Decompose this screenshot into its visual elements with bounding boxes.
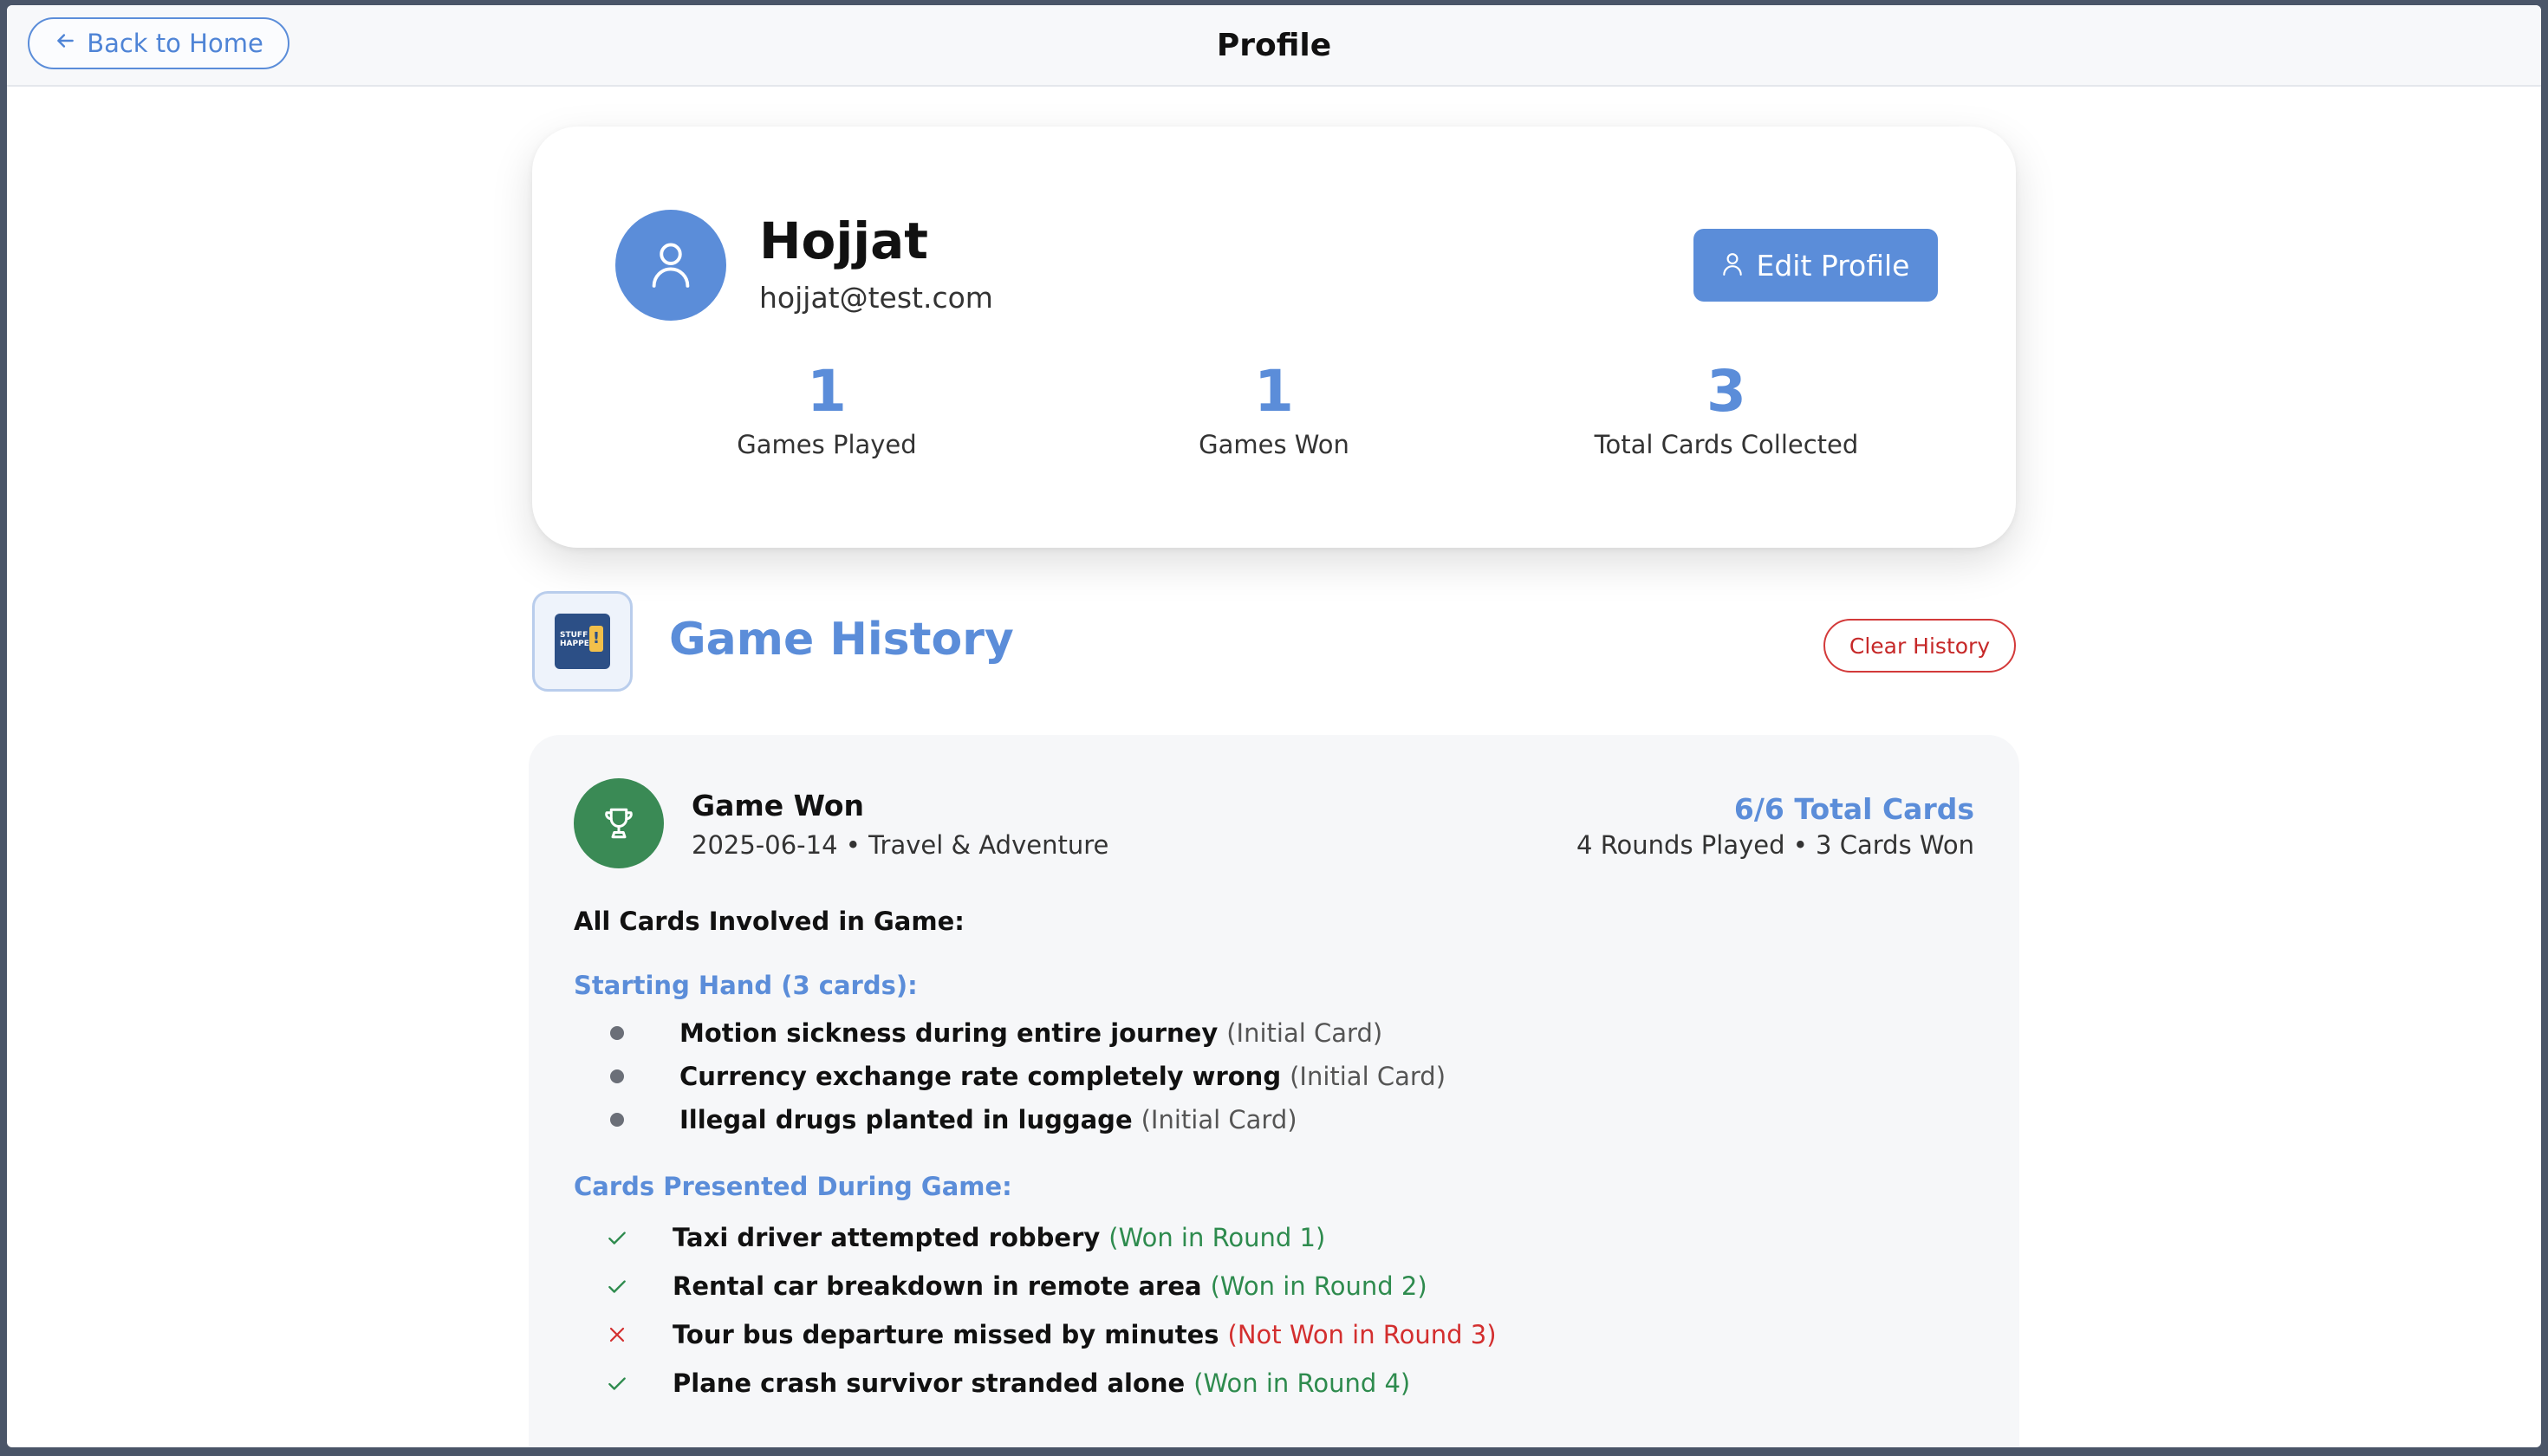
game-logo: STUFF HAPPENS ! <box>555 614 610 669</box>
rounds-summary: 4 Rounds Played • 3 Cards Won <box>1576 830 1974 860</box>
edit-profile-button[interactable]: Edit Profile <box>1693 229 1938 302</box>
list-item: Plane crash survivor stranded alone (Won… <box>605 1364 1410 1402</box>
card-note: (Initial Card) <box>1290 1062 1446 1091</box>
stat-label: Games Played <box>737 430 917 459</box>
list-item: Currency exchange rate completely wrong … <box>605 1057 1446 1095</box>
bullet-dot-icon <box>610 1026 624 1040</box>
edit-profile-label: Edit Profile <box>1756 248 1910 283</box>
cards-presented-heading: Cards Presented During Game: <box>574 1172 1012 1201</box>
top-bar: Back to Home Profile <box>7 5 2541 87</box>
list-item: Taxi driver attempted robbery (Won in Ro… <box>605 1219 1325 1257</box>
card-title: Rental car breakdown in remote area <box>673 1271 1202 1301</box>
card-note: (Not Won in Round 3) <box>1227 1320 1497 1349</box>
card-title: Motion sickness during entire journey <box>679 1018 1219 1048</box>
avatar <box>615 210 726 321</box>
game-meta: 2025-06-14 • Travel & Adventure <box>692 830 1109 860</box>
stat-games-won: 1 Games Won <box>1092 358 1456 460</box>
game-logo-badge: ! <box>589 626 603 652</box>
starting-hand-heading: Starting Hand (3 cards): <box>574 971 918 1000</box>
list-item: Rental car breakdown in remote area (Won… <box>605 1267 1427 1305</box>
card-note: (Won in Round 4) <box>1193 1368 1411 1398</box>
clear-history-button[interactable]: Clear History <box>1823 619 2016 673</box>
stat-value: 1 <box>807 358 847 425</box>
stat-label: Games Won <box>1199 430 1349 459</box>
profile-card: Hojjat hojjat@test.com Edit Profile 1 Ga… <box>532 127 2016 548</box>
user-icon <box>648 239 693 291</box>
game-history-header: STUFF HAPPENS ! Game History Clear Histo… <box>532 591 2016 695</box>
user-name: Hojjat <box>759 211 929 270</box>
checkmark-icon <box>605 1274 629 1298</box>
total-cards: 6/6 Total Cards <box>1733 792 1974 826</box>
involved-cards-heading: All Cards Involved in Game: <box>574 907 965 936</box>
page-title: Profile <box>1216 28 1332 63</box>
cross-icon <box>605 1323 629 1347</box>
user-icon <box>1721 249 1744 283</box>
card-note: (Initial Card) <box>1226 1018 1383 1048</box>
card-title: Tour bus departure missed by minutes <box>673 1320 1219 1349</box>
list-item: Motion sickness during entire journey (I… <box>605 1014 1382 1052</box>
bullet-dot-icon <box>610 1113 624 1127</box>
game-history-title: Game History <box>669 614 1014 666</box>
game-logo-text: STUFF HAPPENS <box>560 631 601 648</box>
checkmark-icon <box>605 1371 629 1395</box>
card-note: (Won in Round 2) <box>1210 1271 1427 1301</box>
stat-value: 3 <box>1706 358 1746 425</box>
stat-games-played: 1 Games Played <box>645 358 1009 460</box>
stat-total-cards-collected: 3 Total Cards Collected <box>1544 358 1908 460</box>
card-title: Taxi driver attempted robbery <box>673 1223 1101 1252</box>
card-title: Plane crash survivor stranded alone <box>673 1368 1186 1398</box>
trophy-icon <box>574 778 664 868</box>
user-email: hojjat@test.com <box>759 281 993 315</box>
card-note: (Won in Round 1) <box>1108 1223 1326 1252</box>
card-title: Currency exchange rate completely wrong <box>679 1062 1282 1091</box>
list-item: Tour bus departure missed by minutes (No… <box>605 1316 1497 1354</box>
game-result: Game Won <box>692 789 864 822</box>
checkmark-icon <box>605 1225 629 1250</box>
app-window: Back to Home Profile Hojjat hojjat@test.… <box>7 5 2541 1447</box>
card-title: Illegal drugs planted in luggage <box>679 1105 1133 1134</box>
stat-label: Total Cards Collected <box>1594 430 1859 459</box>
card-note: (Initial Card) <box>1141 1105 1297 1134</box>
list-item: Illegal drugs planted in luggage (Initia… <box>605 1101 1297 1139</box>
bullet-dot-icon <box>610 1069 624 1083</box>
game-logo-thumbnail: STUFF HAPPENS ! <box>532 591 633 692</box>
stat-value: 1 <box>1254 358 1294 425</box>
game-history-entry: Game Won 2025-06-14 • Travel & Adventure… <box>529 735 2019 1447</box>
